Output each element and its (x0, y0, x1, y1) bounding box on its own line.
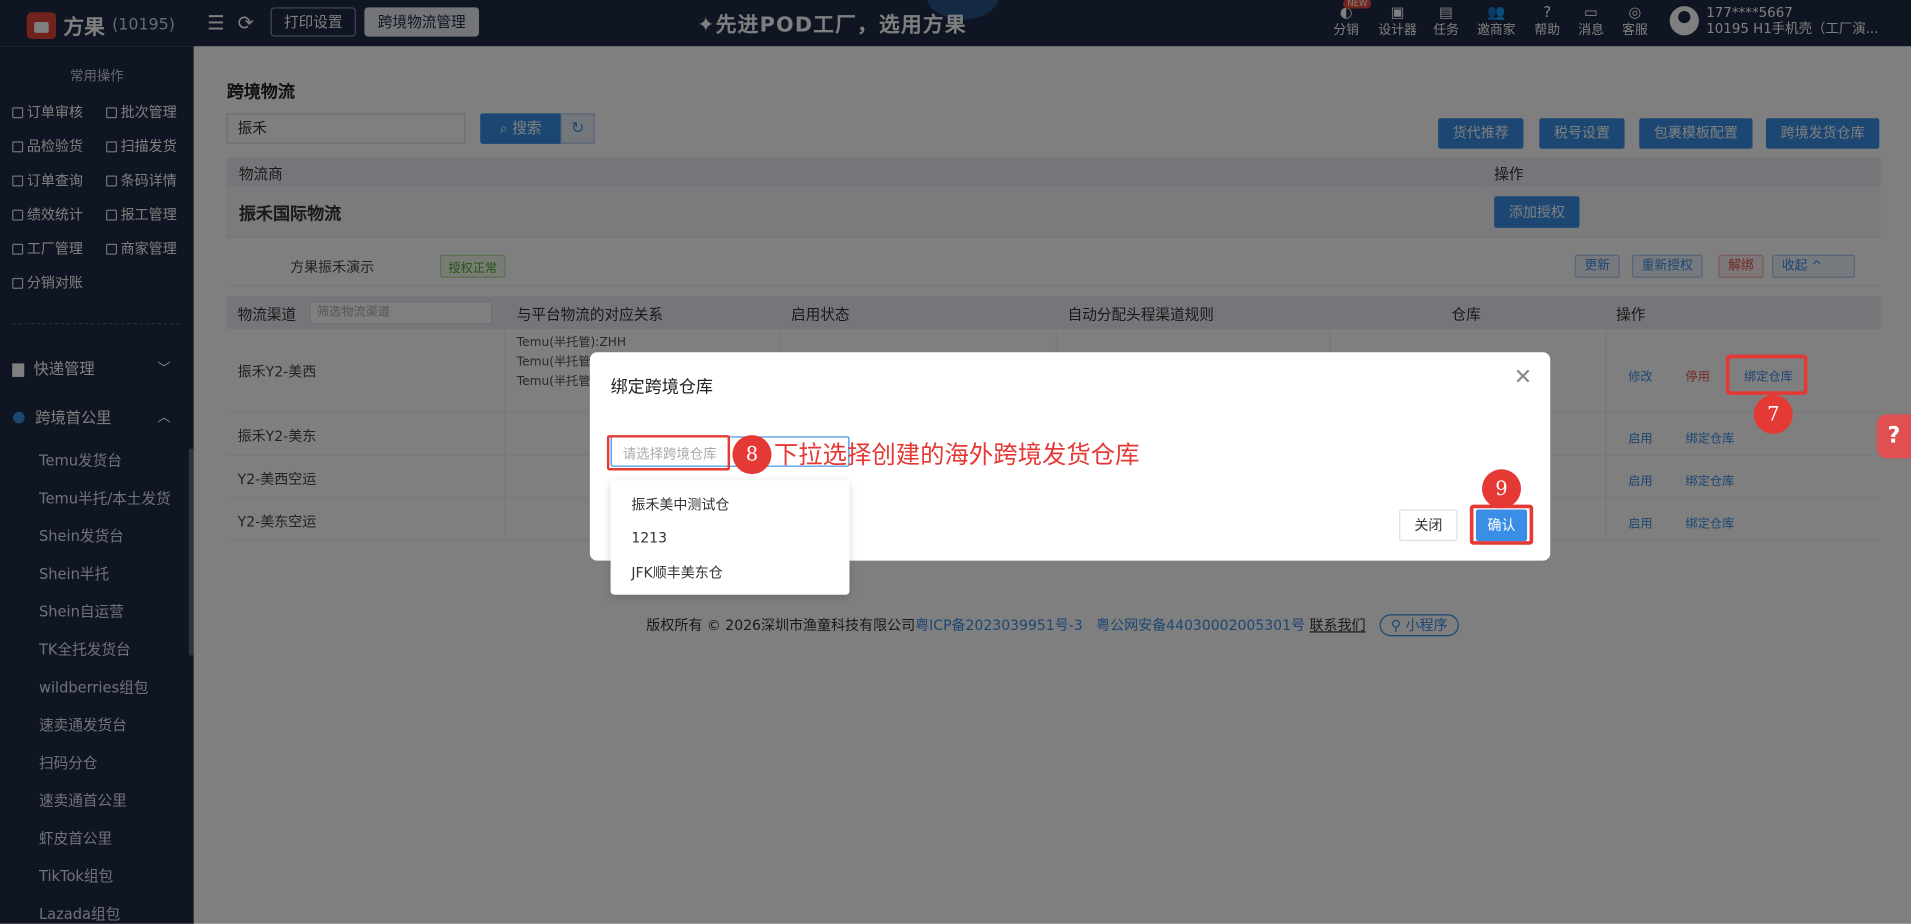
step9-marker: 9 (1482, 469, 1521, 509)
annotation-text: 下拉选择创建的海外跨境发货仓库 (773, 439, 1140, 470)
confirm-button[interactable]: 确认 (1475, 509, 1528, 542)
step8-highlight (606, 435, 731, 471)
dropdown-option[interactable]: 振禾美中测试仓 (631, 495, 729, 515)
close-icon[interactable]: ✕ (1514, 364, 1532, 390)
step7-highlight (1725, 354, 1808, 395)
dialog-title: 绑定跨境仓库 (610, 377, 713, 398)
step8-marker: 8 (732, 435, 772, 475)
warehouse-dropdown: 振禾美中测试仓 1213 JFK顺丰美东仓 (610, 480, 850, 595)
help-float-button[interactable]: ? (1876, 414, 1911, 459)
close-button[interactable]: 关闭 (1399, 509, 1458, 542)
dropdown-option[interactable]: JFK顺丰美东仓 (631, 563, 722, 583)
dropdown-option[interactable]: 1213 (631, 529, 667, 546)
step7-marker: 7 (1753, 394, 1793, 434)
